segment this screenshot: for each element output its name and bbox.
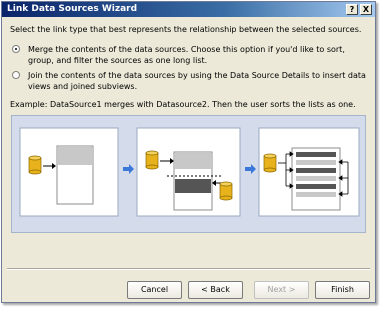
merge-illustration — [19, 127, 360, 217]
next-button[interactable]: Next > — [254, 281, 309, 299]
example-text: Example: DataSource1 merges with Datasou… — [10, 100, 356, 109]
list-rows — [58, 147, 92, 165]
database-icon — [263, 153, 277, 173]
list-rows — [175, 179, 211, 193]
instructions-text: Select the link type that best represent… — [10, 25, 362, 34]
next-step-arrow-icon — [123, 164, 134, 174]
join-option-label[interactable]: Join the contents of the data sources by… — [28, 71, 366, 91]
join-radio[interactable] — [12, 71, 20, 79]
finish-button[interactable]: Finish — [315, 281, 370, 299]
illustration-panel — [11, 115, 366, 233]
merge-option[interactable]: Merge the contents of the data sources. … — [12, 44, 370, 66]
database-icon — [145, 150, 159, 170]
cancel-button[interactable]: Cancel — [127, 281, 182, 299]
close-button[interactable]: X — [360, 4, 372, 15]
list-rows — [175, 153, 211, 169]
merge-radio[interactable] — [12, 45, 20, 53]
merge-option-label[interactable]: Merge the contents of the data sources. … — [28, 45, 345, 65]
back-button[interactable]: < Back — [188, 281, 243, 299]
wizard-dialog: Link Data Sources Wizard ? X Select the … — [1, 1, 376, 303]
database-icon — [28, 155, 42, 175]
next-step-arrow-icon — [245, 164, 256, 174]
button-divider — [7, 268, 370, 270]
window-title: Link Data Sources Wizard — [7, 4, 138, 14]
join-option[interactable]: Join the contents of the data sources by… — [12, 70, 370, 92]
database-icon — [219, 181, 233, 201]
help-button[interactable]: ? — [346, 4, 358, 15]
title-bar[interactable]: Link Data Sources Wizard ? X — [2, 2, 375, 17]
